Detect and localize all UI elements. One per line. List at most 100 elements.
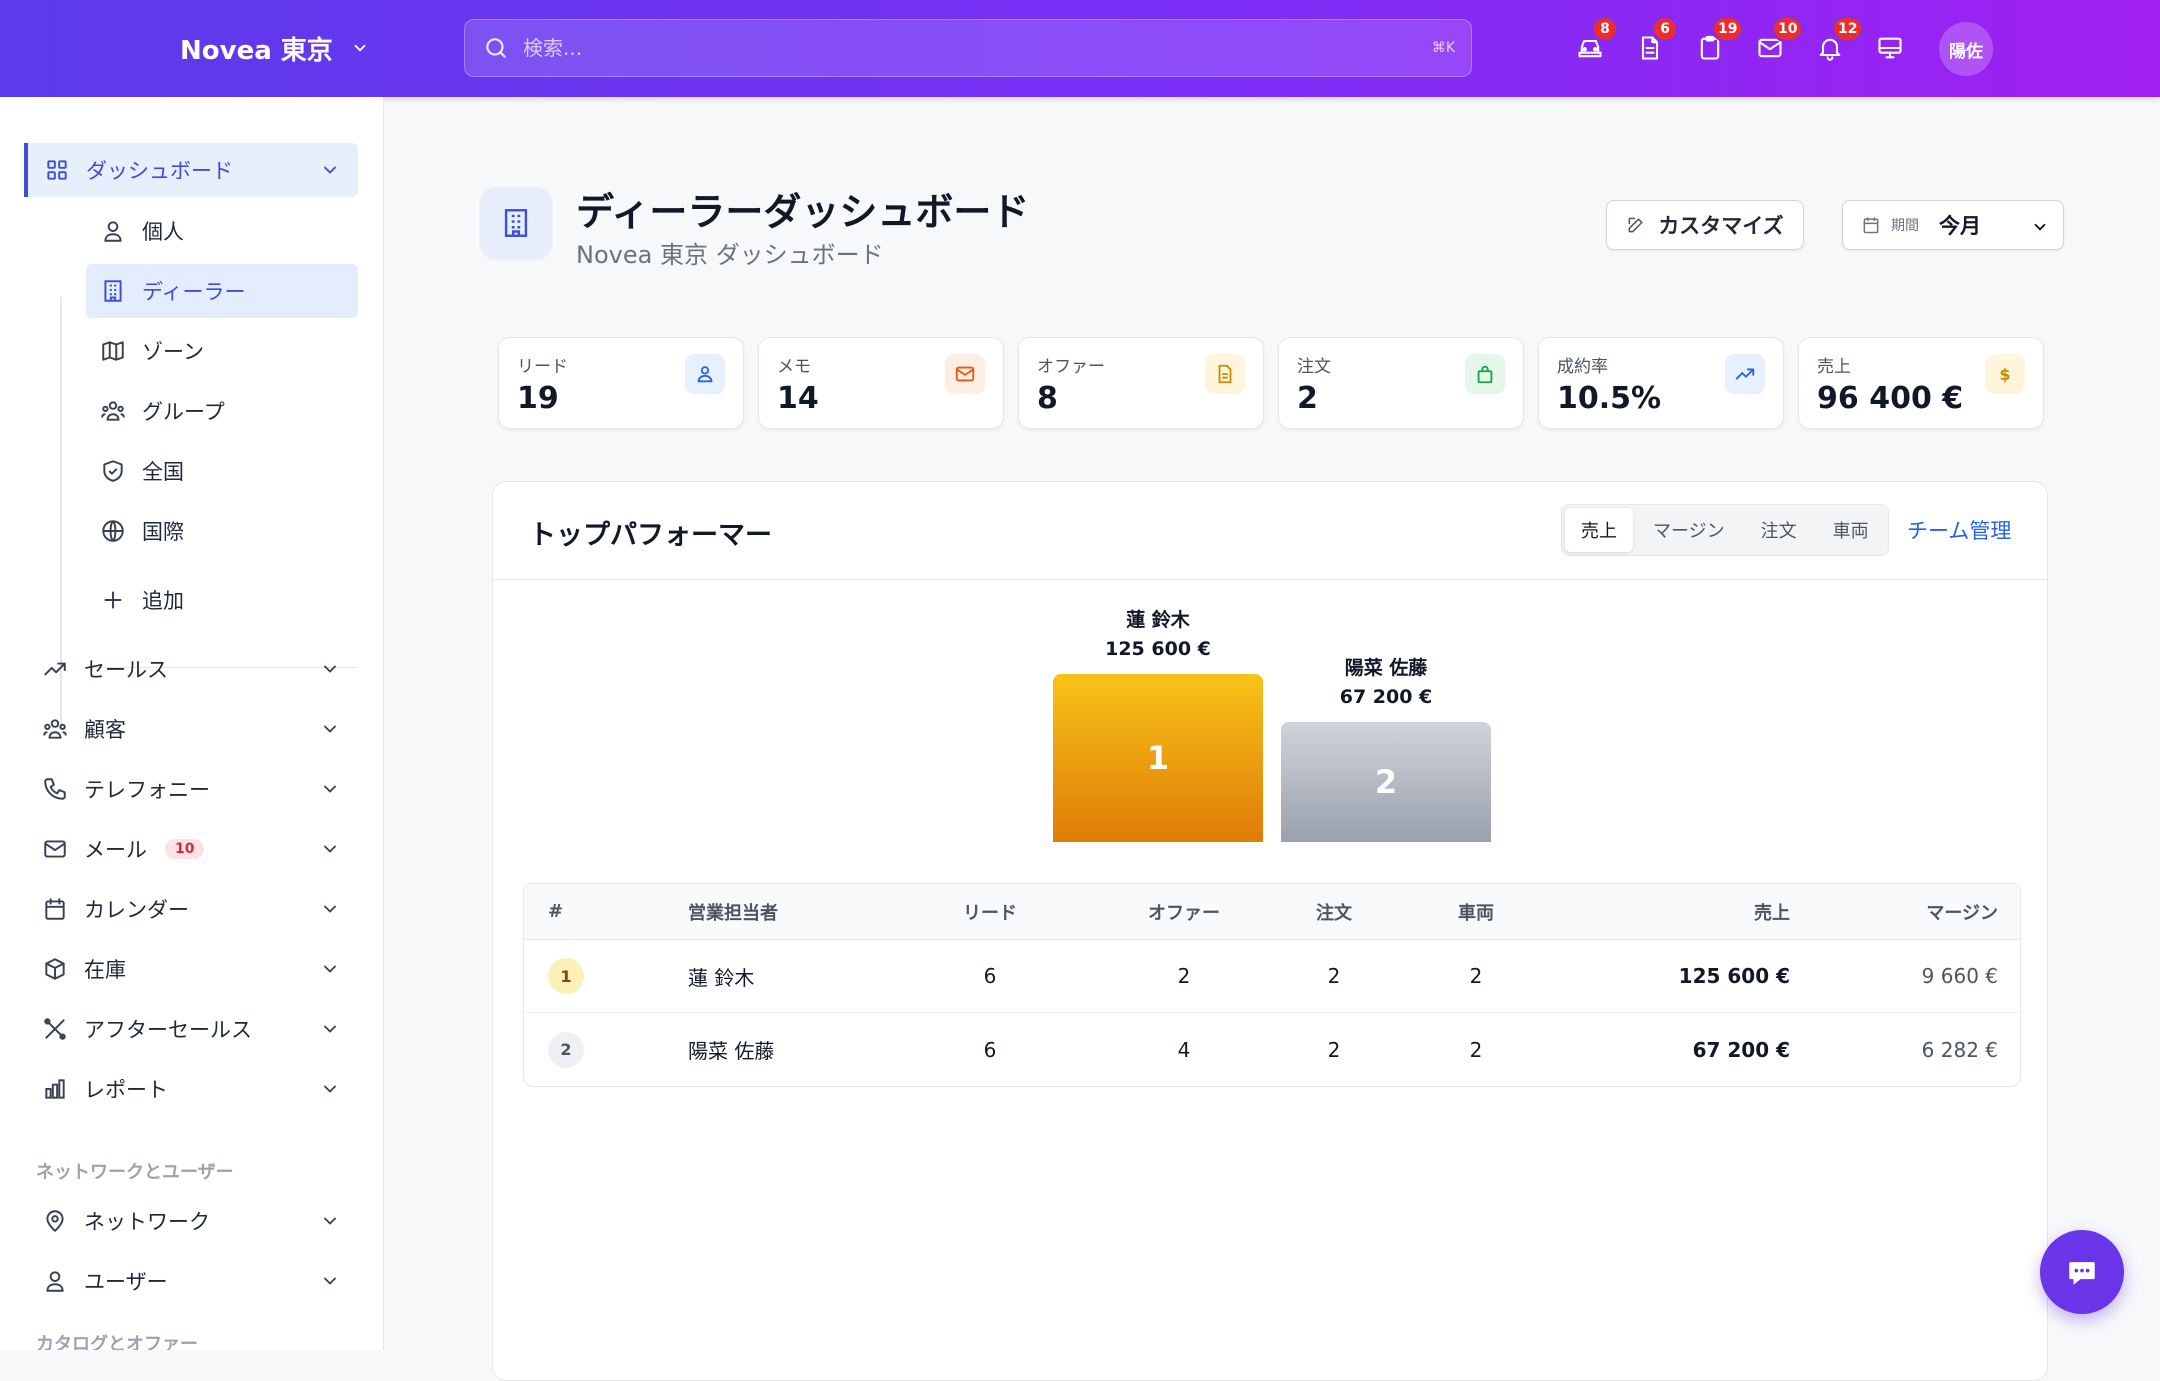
building-icon [100, 278, 126, 304]
chat-button[interactable] [2040, 1230, 2124, 1314]
clipboard-badge: 19 [1712, 16, 1744, 42]
grid-icon [44, 157, 70, 183]
kpi-card-leads[interactable]: リード 19 [498, 337, 744, 429]
tab-orders[interactable]: 注文 [1745, 508, 1813, 552]
tab-margin[interactable]: マージン [1637, 508, 1741, 552]
avatar[interactable]: 陽佐 [1939, 22, 1993, 76]
leads-value: 6 [983, 964, 997, 988]
page-subtitle: Novea 東京 ダッシュボード [576, 241, 884, 269]
kpi-card-revenue[interactable]: 売上 96 400 € $ [1798, 337, 2044, 429]
podium-bar-1: 1 [1053, 674, 1263, 842]
sidebar-item-aftersales[interactable]: アフターセールス [24, 1002, 358, 1056]
sidebar-item-dashboard[interactable]: ダッシュボード [24, 143, 358, 197]
tools-icon [42, 1016, 68, 1042]
chevron-down-icon [320, 160, 340, 180]
sidebar-sub-international[interactable]: 国際 [86, 504, 358, 558]
document-icon [1205, 354, 1245, 394]
rank-badge: 2 [548, 1031, 584, 1068]
sidebar-item-label: メール [84, 838, 147, 862]
podium-rank: 1 [1146, 739, 1170, 777]
bell-icon[interactable]: 12 [1810, 16, 1864, 78]
clipboard-icon[interactable]: 19 [1690, 16, 1744, 78]
leads-value: 6 [983, 1037, 997, 1062]
sidebar-sub-label: 国際 [142, 520, 184, 544]
calendar-icon [1861, 215, 1881, 235]
period-select[interactable]: 期間 今月 [1842, 200, 2064, 250]
user-icon [42, 1268, 68, 1294]
sidebar-item-label: アフターセールス [84, 1018, 252, 1042]
offers-value: 4 [1177, 1037, 1191, 1062]
sidebar-item-sales[interactable]: セールス [24, 642, 358, 696]
sidebar-item-calendar[interactable]: カレンダー [24, 882, 358, 936]
kpi-card-memos[interactable]: メモ 14 [758, 337, 1004, 429]
table-row[interactable]: 2 陽菜 佐藤 6 4 2 2 67 200 € 6 282 € [524, 1013, 2020, 1086]
podium-name: 蓮 鈴木 [1126, 609, 1190, 631]
customize-label: カスタマイズ [1658, 214, 1784, 238]
sidebar-sub-label: ディーラー [142, 280, 246, 304]
sidebar-item-telephony[interactable]: テレフォニー [24, 762, 358, 816]
chevron-down-icon [320, 1019, 340, 1039]
rank-cell: 2 [548, 1013, 584, 1086]
trend-icon [42, 656, 68, 682]
chevron-down-icon [320, 899, 340, 919]
team-management-link[interactable]: チーム管理 [1907, 515, 2011, 545]
sales-value: 125 600 € [1678, 964, 1790, 988]
brand-switcher[interactable]: Novea 東京 [180, 28, 369, 68]
sidebar-sub-zone[interactable]: ゾーン [86, 324, 358, 378]
car-icon[interactable]: 8 [1570, 16, 1618, 78]
sidebar-item-customers[interactable]: 顧客 [24, 702, 358, 756]
chevron-down-icon [320, 959, 340, 979]
sidebar-sub-label: ゾーン [142, 340, 204, 364]
mail-icon[interactable]: 10 [1750, 16, 1804, 78]
podium-label-1: 蓮 鈴木 125 600 € [1053, 606, 1263, 664]
search-bar[interactable]: ⌘K [464, 19, 1472, 77]
sidebar-item-mail[interactable]: メール 10 [24, 822, 358, 876]
performers-table: # 営業担当者 リード オファー 注文 車両 売上 マージン 1 蓮 鈴木 6 … [523, 883, 2021, 1087]
rank-badge: 1 [548, 958, 584, 994]
section-network-users: ネットワークとユーザー [36, 1162, 234, 1183]
chevron-down-icon [320, 1211, 340, 1231]
sidebar-sub-group[interactable]: グループ [86, 384, 358, 438]
col-leads: リード [963, 902, 1017, 924]
user-icon [100, 218, 126, 244]
kpi-card-conversion[interactable]: 成約率 10.5% [1538, 337, 1784, 429]
vehicles-value: 2 [1469, 964, 1483, 988]
sales-value: 67 200 € [1692, 1037, 1790, 1062]
customize-button[interactable]: カスタマイズ [1606, 200, 1804, 250]
search-input[interactable] [523, 36, 1403, 60]
vehicles-value: 2 [1469, 1037, 1483, 1062]
tab-vehicles[interactable]: 車両 [1817, 508, 1885, 552]
section-catalog-offers: カタログとオファー [36, 1334, 198, 1350]
calendar-icon [42, 896, 68, 922]
sidebar-item-label: レポート [84, 1078, 168, 1102]
sidebar-sub-personal[interactable]: 個人 [86, 204, 358, 258]
bag-icon [1465, 354, 1505, 394]
sidebar-sub-national[interactable]: 全国 [86, 444, 358, 498]
trend-icon [1725, 354, 1765, 394]
mail-icon [945, 354, 985, 394]
brand-name: Novea 東京 [180, 35, 333, 66]
kpi-card-offers[interactable]: オファー 8 [1018, 337, 1264, 429]
col-sales: 売上 [1754, 902, 1790, 924]
sidebar-item-inventory[interactable]: 在庫 [24, 942, 358, 996]
podium-bar-2: 2 [1281, 722, 1491, 842]
table-row[interactable]: 1 蓮 鈴木 6 2 2 2 125 600 € 9 660 € [524, 940, 2020, 1013]
sidebar-item-users[interactable]: ユーザー [24, 1254, 358, 1308]
sidebar-sub-dealer[interactable]: ディーラー [86, 264, 358, 318]
sidebar-item-reports[interactable]: レポート [24, 1062, 358, 1116]
salesperson-name: 陽菜 佐藤 [688, 1039, 775, 1063]
sidebar-sub-label: 個人 [142, 220, 184, 244]
monitor-icon[interactable] [1870, 18, 1910, 78]
document-icon[interactable]: 6 [1630, 16, 1678, 78]
sidebar-sub-add[interactable]: 追加 [86, 573, 358, 627]
period-label: 期間 [1891, 218, 1919, 234]
dollar-icon: $ [1985, 354, 2025, 394]
chevron-down-icon [320, 719, 340, 739]
sidebar-item-label: テレフォニー [84, 778, 210, 802]
globe-icon [100, 518, 126, 544]
sidebar-item-network[interactable]: ネットワーク [24, 1194, 358, 1248]
kpi-card-orders[interactable]: 注文 2 [1278, 337, 1524, 429]
users-icon [100, 398, 126, 424]
tab-sales[interactable]: 売上 [1565, 508, 1633, 552]
mail-count-badge: 10 [165, 839, 205, 859]
